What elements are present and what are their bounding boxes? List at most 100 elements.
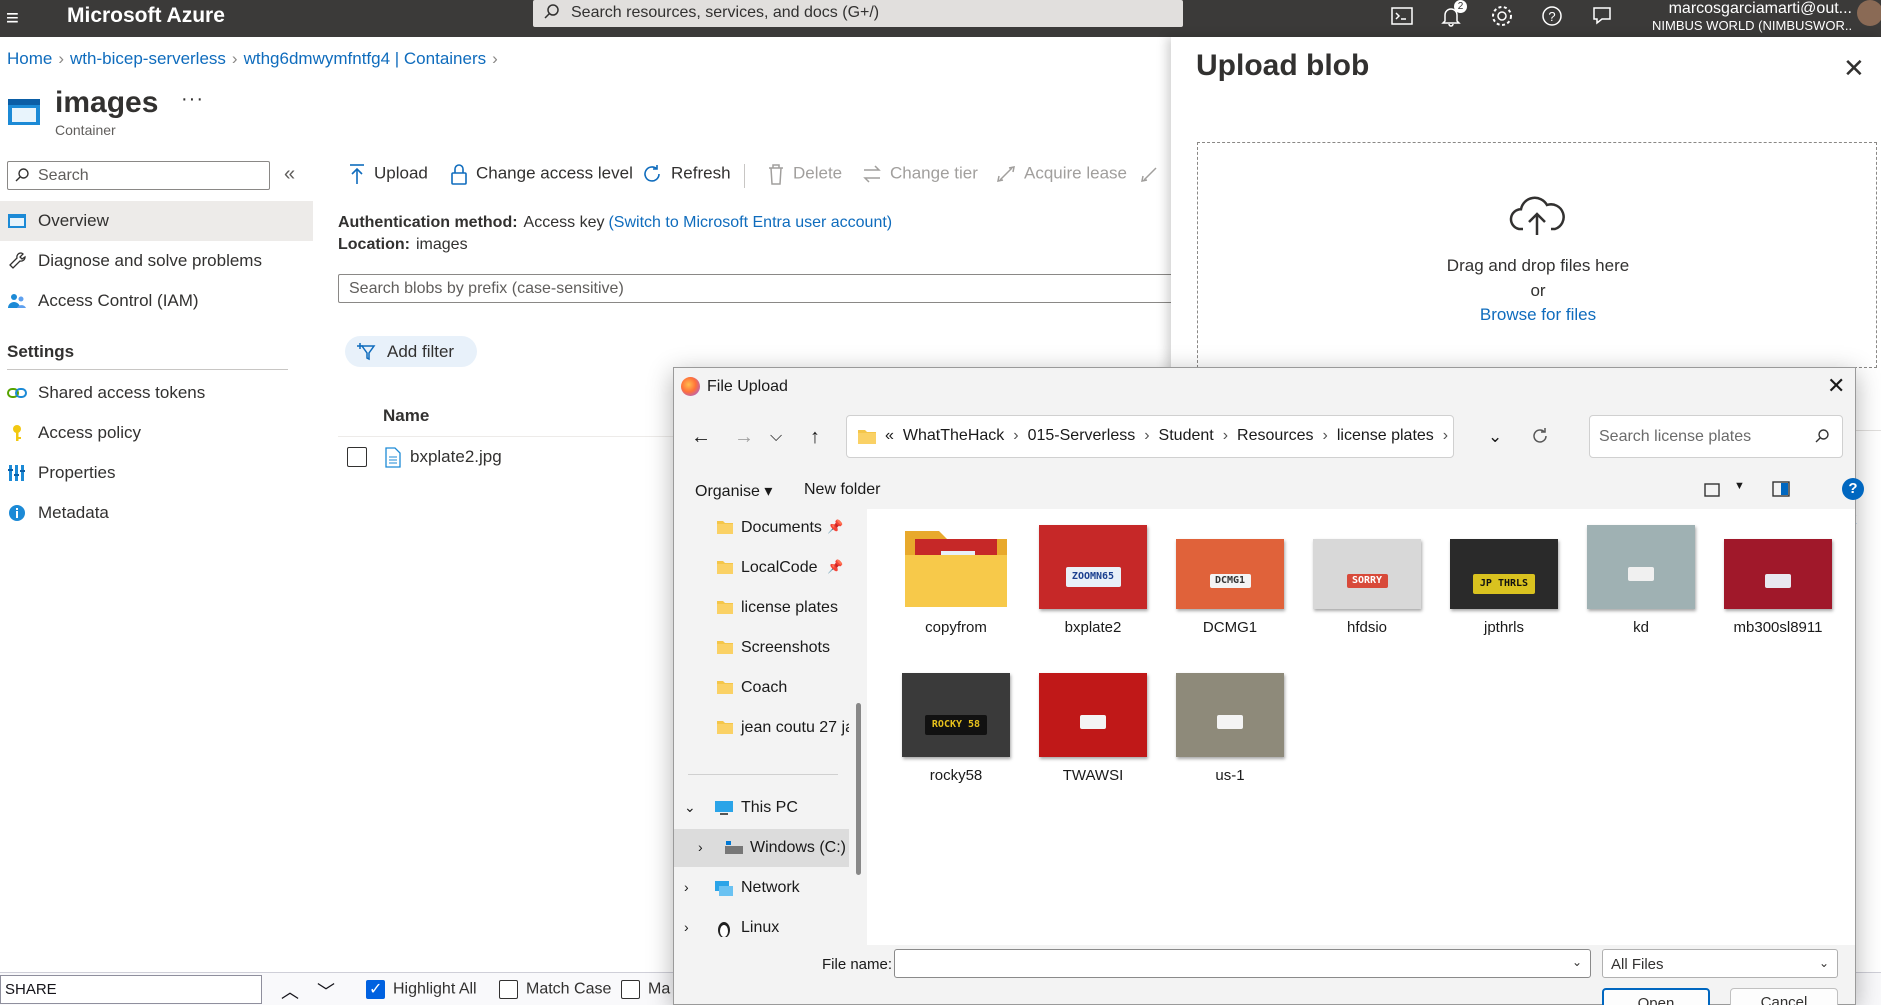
match-diacritics-checkbox[interactable] — [621, 980, 640, 999]
file-name-input[interactable]: ⌄ — [894, 949, 1591, 978]
path-segment[interactable]: license plates — [1337, 427, 1434, 444]
breadcrumb-home[interactable]: Home — [7, 49, 52, 68]
up-arrow-icon[interactable]: ↑ — [810, 426, 820, 449]
global-search-input[interactable]: Search resources, services, and docs (G+… — [533, 0, 1183, 27]
tree-item-license-plates[interactable]: license plates — [674, 589, 849, 627]
file-item-twawsi[interactable]: TWAWSI — [1034, 673, 1152, 803]
file-item-bxplate2[interactable]: ZOOMN65 bxplate2 — [1034, 525, 1152, 655]
brand-name[interactable]: Microsoft Azure — [67, 4, 225, 28]
tree-item-localcode[interactable]: LocalCode 📌 — [674, 549, 849, 587]
find-previous-button[interactable]: ︿ — [281, 978, 299, 1004]
path-segment[interactable]: Resources — [1237, 427, 1313, 444]
new-folder-button[interactable]: New folder — [804, 481, 880, 499]
delete-button[interactable]: Delete — [767, 163, 842, 189]
tree-item-documents[interactable]: Documents 📌 — [674, 509, 849, 547]
more-options-button[interactable]: ··· — [181, 88, 204, 111]
recent-locations-chevron-icon[interactable]: ⌵ — [770, 428, 782, 446]
avatar[interactable] — [1857, 0, 1881, 26]
account-info[interactable]: marcosgarciamarti@out... NIMBUS WORLD (N… — [1652, 0, 1852, 34]
close-icon[interactable]: ✕ — [1827, 373, 1845, 399]
view-mode-dropdown-icon[interactable]: ▼ — [1734, 480, 1745, 492]
nav-search-input[interactable]: Search — [7, 161, 270, 190]
path-segment[interactable]: 015-Serverless — [1028, 427, 1136, 444]
file-item-dcmg1[interactable]: DCMG1 DCMG1 — [1171, 525, 1289, 655]
feedback-icon[interactable] — [1588, 2, 1616, 30]
highlight-all-checkbox[interactable] — [366, 979, 385, 999]
tree-item-this-pc[interactable]: ⌄ This PC — [674, 789, 849, 827]
nav-item-diagnose[interactable]: Diagnose and solve problems — [0, 241, 313, 281]
organise-menu[interactable]: Organise ▾ — [695, 481, 772, 501]
file-item-kd[interactable]: kd — [1582, 525, 1700, 655]
switch-auth-link[interactable]: (Switch to Microsoft Entra user account) — [608, 214, 892, 231]
tree-item-coach[interactable]: Coach — [674, 669, 849, 707]
collapse-nav-button[interactable]: « — [284, 163, 295, 186]
nav-item-metadata[interactable]: Metadata — [0, 493, 313, 533]
nav-item-access-policy[interactable]: Access policy — [0, 413, 313, 453]
forward-arrow-icon[interactable]: → — [734, 426, 754, 449]
dialog-search-input[interactable]: Search license plates — [1589, 415, 1843, 458]
cloud-shell-icon[interactable] — [1388, 2, 1416, 30]
file-item-hfdsio[interactable]: SORRY hfdsio — [1308, 525, 1426, 655]
file-item-rocky58[interactable]: ROCKY 58 rocky58 — [897, 673, 1015, 803]
blob-search-input[interactable]: Search blobs by prefix (case-sensitive) — [338, 274, 1178, 303]
hamburger-menu-icon[interactable]: ≡ — [6, 5, 28, 31]
gear-icon[interactable] — [1488, 2, 1516, 30]
tree-item-network[interactable]: › Network — [674, 869, 849, 907]
blob-name[interactable]: bxplate2.jpg — [410, 447, 502, 467]
match-diacritics-option[interactable]: Ma — [621, 980, 670, 999]
tree-item-jean-coutu[interactable]: jean coutu 27 ja — [674, 709, 849, 747]
help-button[interactable]: ? — [1842, 478, 1864, 500]
change-access-level-button[interactable]: Change access level — [450, 163, 633, 189]
path-segment[interactable]: WhatTheHack — [903, 427, 1004, 444]
nav-item-properties[interactable]: Properties — [0, 453, 313, 493]
change-tier-button[interactable]: Change tier — [862, 163, 978, 189]
file-type-select[interactable]: All Files ⌄ — [1602, 949, 1838, 978]
address-dropdown-chevron-icon[interactable]: ⌄ — [1488, 427, 1502, 447]
nav-item-overview[interactable]: Overview — [0, 201, 313, 241]
chevron-right-icon[interactable]: › — [684, 919, 689, 935]
find-next-button[interactable]: ﹀ — [317, 978, 335, 1004]
refresh-button[interactable]: Refresh — [641, 163, 731, 189]
row-checkbox[interactable] — [347, 447, 367, 467]
tree-item-linux[interactable]: › Linux — [674, 909, 849, 937]
tree-scrollbar[interactable] — [856, 703, 861, 875]
address-bar[interactable]: « WhatTheHack › 015-Serverless › Student › Reso… — [846, 415, 1547, 458]
close-icon[interactable]: ✕ — [1843, 53, 1865, 84]
refresh-icon[interactable] — [1530, 426, 1550, 446]
view-mode-icon[interactable] — [1704, 483, 1720, 497]
upload-button[interactable]: Upload — [348, 163, 428, 189]
open-button[interactable]: Open — [1602, 988, 1710, 1005]
tree-item-screenshots[interactable]: Screenshots — [674, 629, 849, 667]
file-name-label: mb300sl8911 — [1733, 619, 1823, 636]
file-item-us-1[interactable]: us-1 — [1171, 673, 1289, 803]
breadcrumb-resource-group[interactable]: wth-bicep-serverless — [70, 49, 226, 68]
file-item-copyfrom[interactable]: copyfrom — [897, 525, 1015, 655]
cancel-button[interactable]: Cancel — [1730, 988, 1838, 1005]
tree-item-windows-drive[interactable]: › Windows (C:) — [674, 829, 849, 867]
find-input[interactable]: SHARE — [0, 975, 262, 1004]
chevron-down-icon[interactable]: ⌄ — [1572, 955, 1582, 969]
file-item-jpthrls[interactable]: JP THRLS jpthrls — [1445, 525, 1563, 655]
add-filter-button[interactable]: Add filter — [345, 336, 477, 367]
path-segment[interactable]: Student — [1159, 427, 1214, 444]
breadcrumb-containers[interactable]: wthg6dmwymfntfg4 | Containers — [244, 49, 487, 68]
nav-item-access-control[interactable]: Access Control (IAM) — [0, 281, 313, 321]
chevron-down-icon[interactable]: ⌄ — [684, 799, 696, 816]
nav-item-shared-access-tokens[interactable]: Shared access tokens — [0, 373, 313, 413]
highlight-all-option[interactable]: Highlight All — [366, 979, 477, 999]
help-icon[interactable]: ? — [1538, 2, 1566, 30]
chevron-right-icon[interactable]: › — [684, 879, 689, 895]
back-arrow-icon[interactable]: ← — [691, 426, 711, 449]
file-item-mb300sl8911[interactable]: mb300sl8911 — [1719, 525, 1837, 655]
match-case-option[interactable]: Match Case — [499, 980, 611, 999]
location-label: Location: — [338, 236, 410, 253]
break-lease-button[interactable] — [1140, 163, 1168, 189]
drop-zone[interactable]: Drag and drop files here or Browse for f… — [1197, 142, 1877, 368]
chevron-right-icon[interactable]: › — [698, 839, 703, 855]
path-overflow[interactable]: « — [885, 427, 894, 444]
acquire-lease-button[interactable]: Acquire lease — [996, 163, 1127, 189]
preview-pane-icon[interactable] — [1772, 481, 1790, 497]
column-header-name[interactable]: Name — [383, 406, 429, 426]
match-case-checkbox[interactable] — [499, 980, 518, 999]
browse-files-link[interactable]: Browse for files — [1198, 305, 1878, 325]
